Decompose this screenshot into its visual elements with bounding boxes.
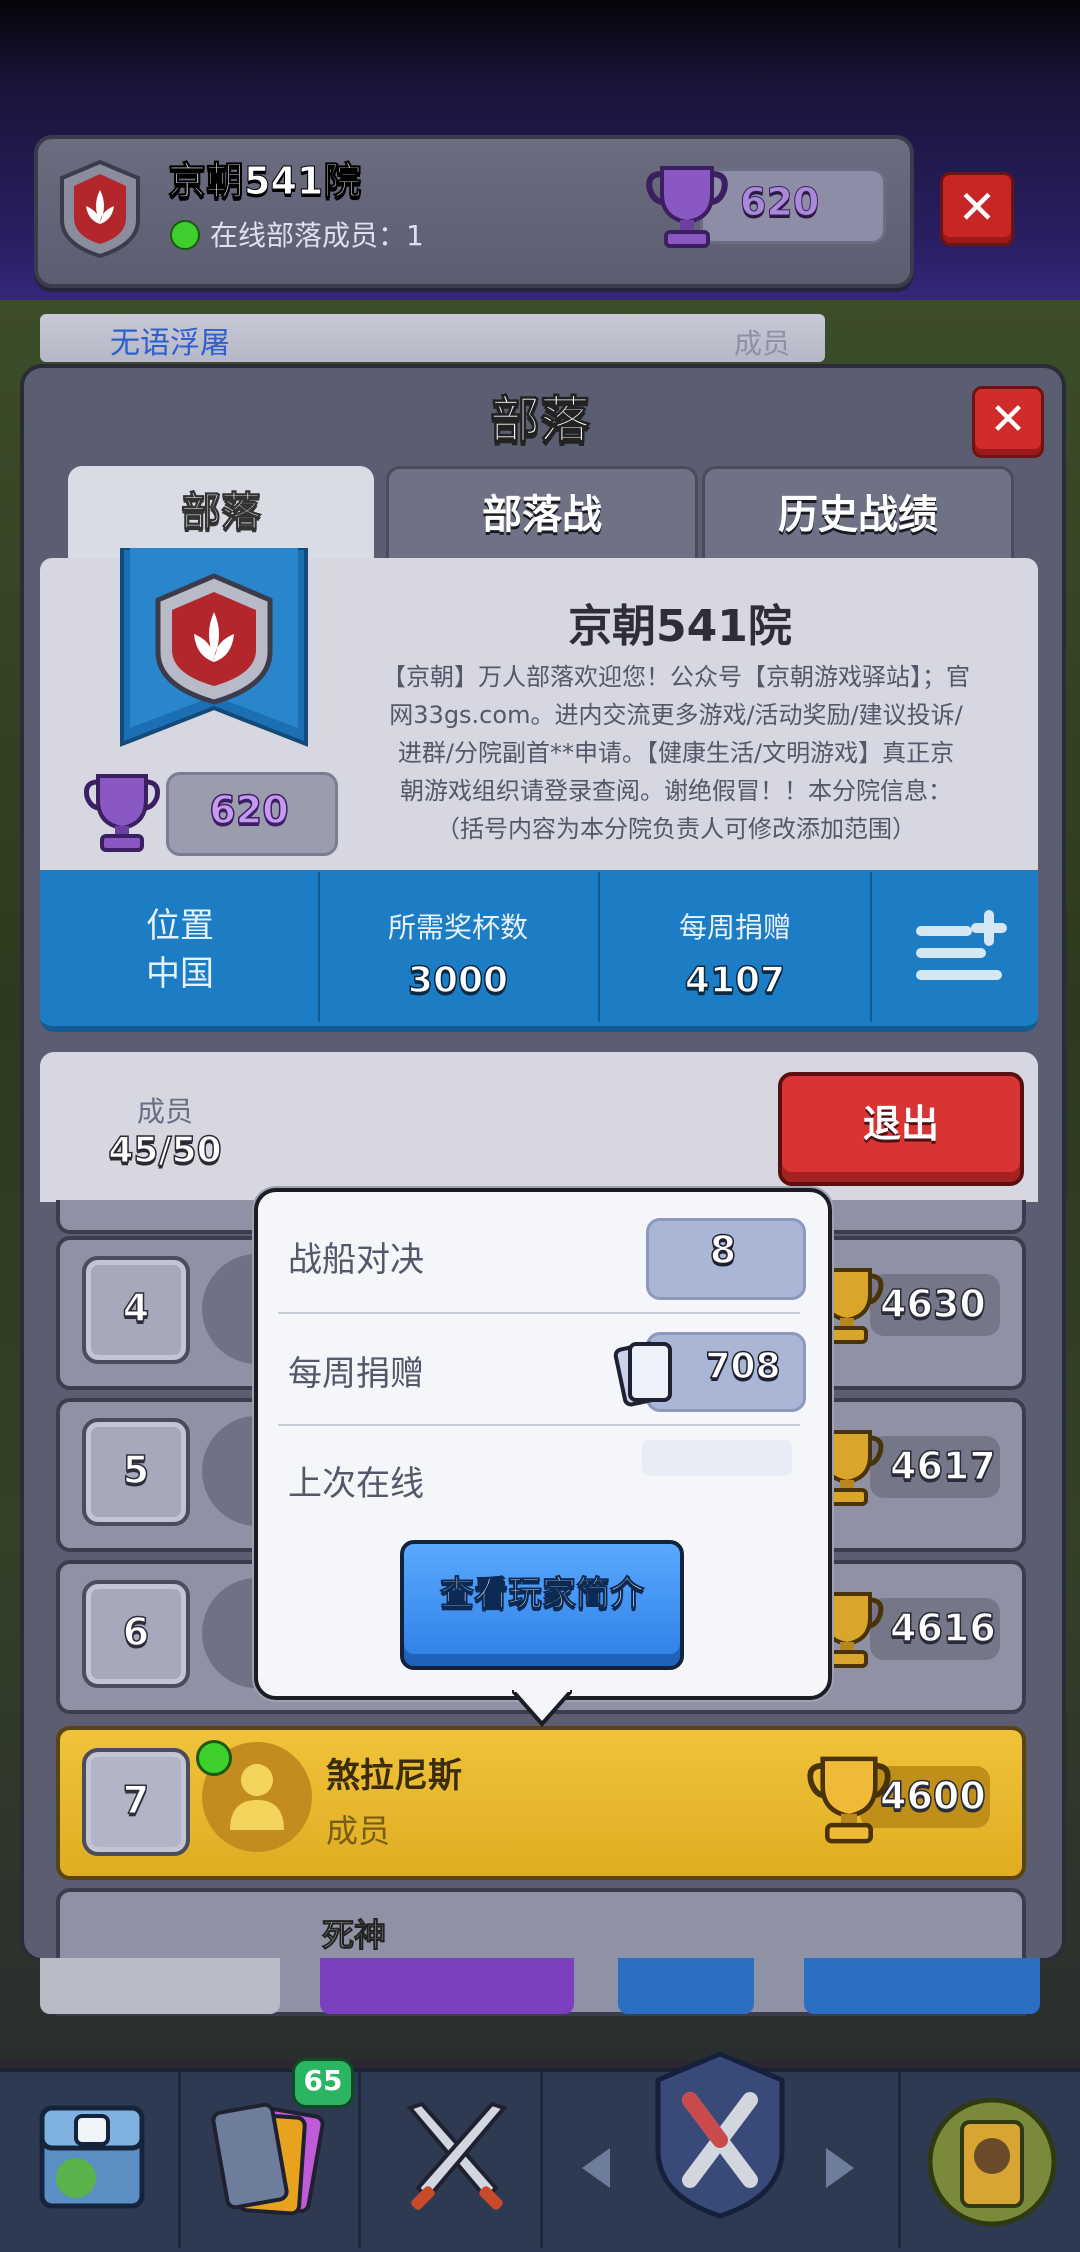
player-avatar-icon [230, 1764, 284, 1830]
partial-button[interactable] [320, 1958, 574, 2014]
clan-tab-icon[interactable] [650, 2050, 790, 2220]
last-online-value [642, 1440, 792, 1476]
tab-clan[interactable]: 部落 [68, 466, 374, 560]
leave-clan-button[interactable]: 退出 [778, 1072, 1024, 1186]
arrow-right-icon[interactable] [822, 2146, 858, 2190]
nav-divider [540, 2072, 543, 2248]
shop-chest-icon[interactable] [36, 2086, 148, 2226]
cards-count-badge: 65 [292, 2058, 354, 2108]
rank-badge: 7 [82, 1748, 190, 1856]
nav-divider [358, 2072, 361, 2248]
popup-donation-label: 每周捐赠 [288, 1354, 424, 1394]
cards-icon[interactable] [206, 2096, 336, 2226]
battle-value: 8 [709, 1227, 737, 1273]
clan-description: 【京朝】万人部落欢迎您！公众号【京朝游戏驿站】；官 网33gs.com。进内交流… [356, 658, 996, 848]
rank-badge: 4 [82, 1256, 190, 1364]
required-trophies-label: 所需奖杯数 [387, 911, 528, 944]
filter-add-icon[interactable] [912, 908, 1012, 988]
trophy-icon [646, 166, 728, 248]
stat-divider [318, 872, 320, 1022]
background-member-name: 无语浮屠 [110, 326, 230, 361]
rank-badge: 6 [82, 1580, 190, 1688]
member-name: 煞拉尼斯 [326, 1756, 462, 1796]
nav-divider [178, 2072, 181, 2248]
popup-donation-value: 708 [705, 1345, 782, 1388]
chat-button[interactable] [618, 1958, 754, 2014]
tab-clan-war[interactable]: 部落战 [386, 466, 698, 566]
clan-description-line: 进群/分院副首**申请。【健康生活/文明游戏】真正京 [397, 739, 955, 767]
weekly-donation-label: 每周捐赠 [678, 911, 791, 944]
member-trophies: 4600 [879, 1773, 986, 1819]
popup-divider [278, 1424, 800, 1426]
clan-description-line: 网33gs.com。进内交流更多游戏/活动奖励/建议投诉/ [389, 701, 963, 729]
member-trophies: 4616 [889, 1605, 996, 1651]
clan-description-line: 【京朝】万人部落欢迎您！公众号【京朝游戏驿站】；官 [382, 663, 970, 691]
background-member-role: 成员 [734, 327, 791, 360]
clan-badge-icon [60, 160, 140, 258]
events-icon[interactable] [918, 2086, 1066, 2236]
members-count: 45/50 [108, 1129, 223, 1172]
clan-banner-icon [120, 548, 308, 747]
stat-divider [598, 872, 600, 1022]
cards-icon [613, 1341, 672, 1407]
weekly-donation-value: 4107 [684, 959, 786, 1002]
online-status-icon [170, 220, 200, 250]
panel-close-button[interactable]: ✕ [972, 386, 1044, 458]
trophy-icon [84, 774, 160, 852]
clan-description-line: 朝游戏组织请登录查阅。谢绝假冒！！本分院信息： [400, 777, 952, 805]
member-role: 成员 [326, 1812, 391, 1850]
rank-badge: 5 [82, 1418, 190, 1526]
header-clan-name: 京朝541院 [167, 159, 362, 204]
online-members-text: 在线部落成员：1 [210, 219, 424, 252]
member-trophies: 4630 [879, 1281, 986, 1327]
online-status-icon [196, 1740, 232, 1776]
clan-name: 京朝541院 [568, 601, 792, 652]
members-label: 成员 [136, 1095, 193, 1128]
location-value: 中国 [146, 954, 214, 994]
clan-description-line: （括号内容为本分院负责人可修改添加范围） [436, 815, 916, 843]
tab-war-history[interactable]: 历史战绩 [702, 466, 1014, 566]
member-trophies: 4617 [889, 1443, 996, 1489]
battle-swords-icon[interactable] [392, 2096, 522, 2226]
header-trophy-count: 620 [739, 180, 820, 225]
clan-trophy-count: 620 [209, 787, 290, 833]
required-trophies-value: 3000 [407, 959, 509, 1002]
arrow-left-icon[interactable] [578, 2146, 614, 2190]
partial-button[interactable] [40, 1958, 280, 2014]
panel-title: 部落 [490, 391, 591, 450]
nav-divider [898, 2072, 901, 2248]
popup-pointer [512, 1690, 572, 1728]
member-name: 死神 [321, 1916, 387, 1955]
popup-divider [278, 1312, 800, 1314]
partial-button[interactable] [804, 1958, 1040, 2014]
battle-label: 战船对决 [288, 1240, 424, 1280]
location-label: 位置 [146, 906, 214, 946]
header-close-button[interactable]: ✕ [940, 172, 1014, 246]
last-online-label: 上次在线 [288, 1464, 424, 1504]
stat-divider [870, 872, 872, 1022]
view-profile-button[interactable]: 查看玩家简介 [400, 1540, 684, 1670]
